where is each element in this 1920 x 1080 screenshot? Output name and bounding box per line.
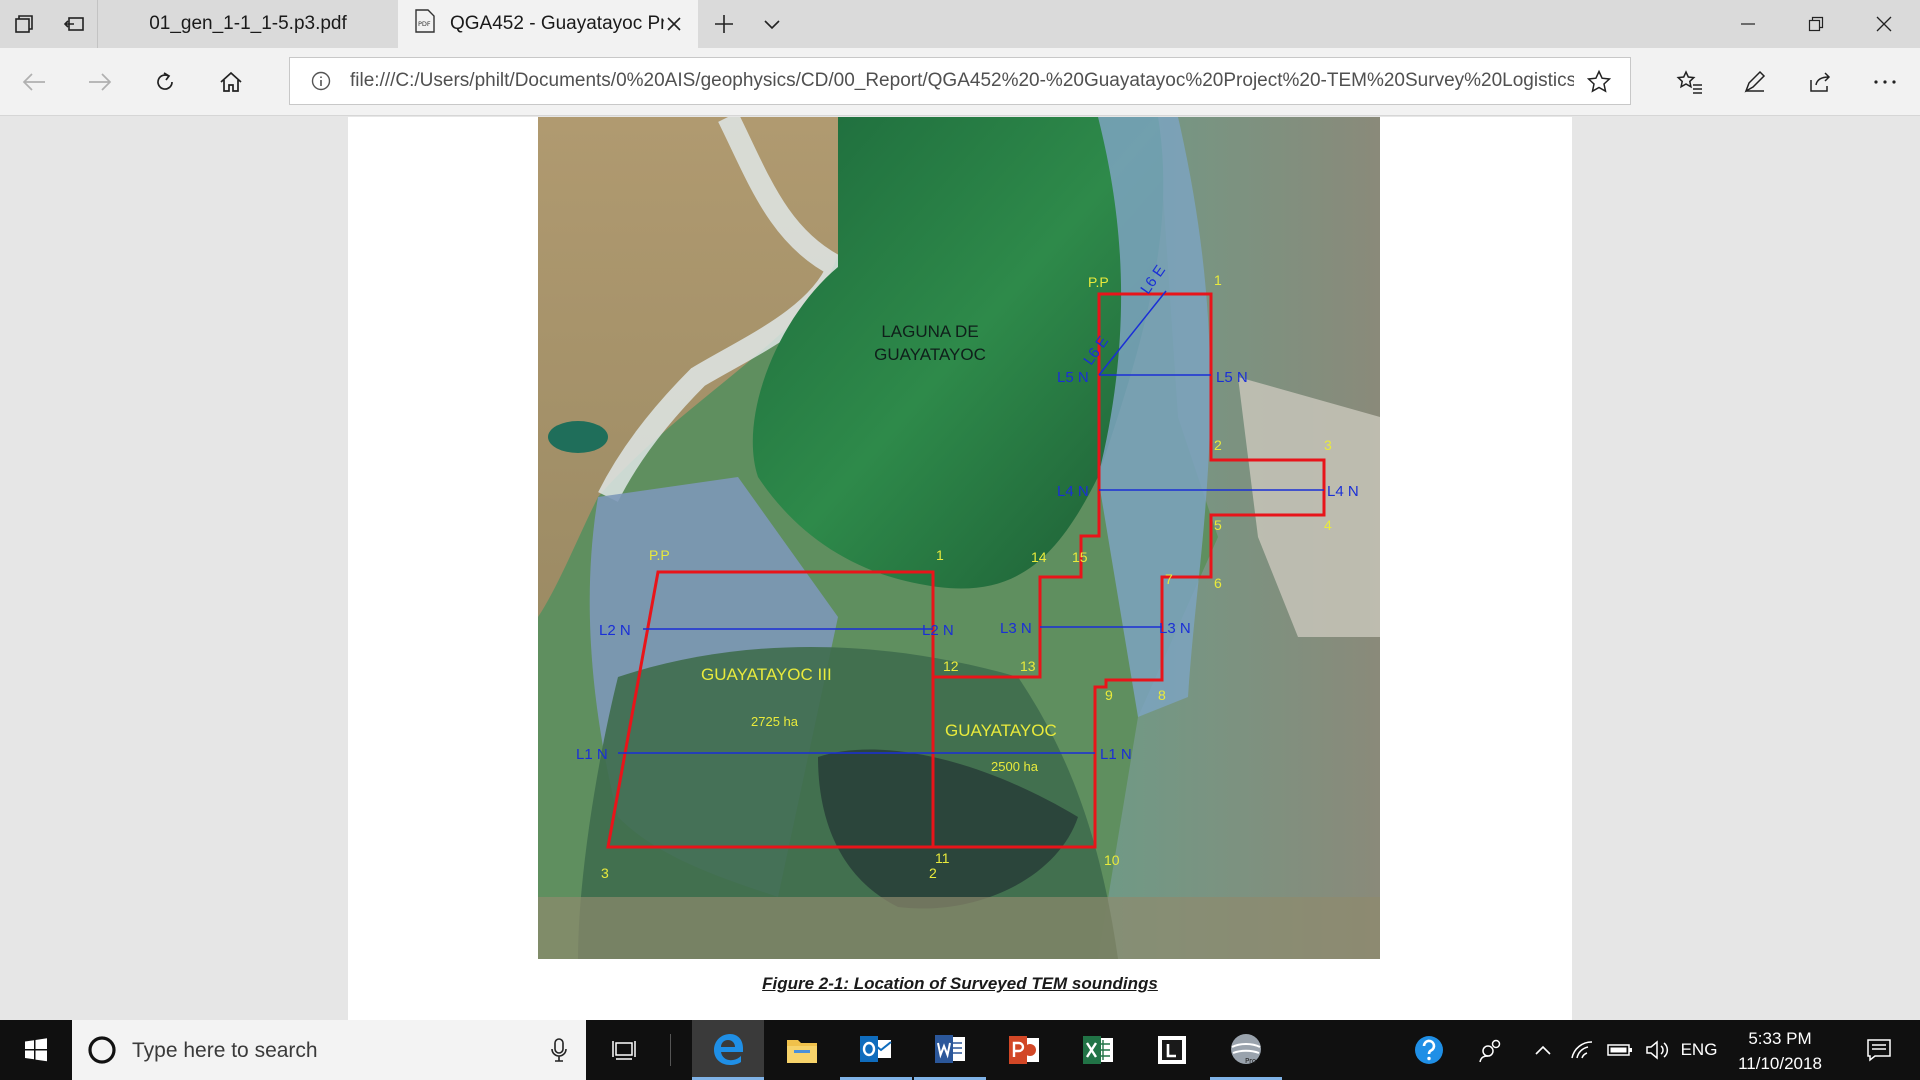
vertex-1-west: 1	[936, 547, 944, 563]
line-label-l1-east: L1 N	[1100, 746, 1132, 763]
search-placeholder: Type here to search	[132, 1039, 318, 1062]
address-bar[interactable]: file:///C:/Users/philt/Documents/0%20AIS…	[289, 57, 1631, 105]
vertex-8: 8	[1158, 687, 1166, 703]
favorites-hub-icon[interactable]	[1666, 58, 1714, 106]
close-window-icon[interactable]	[1850, 0, 1918, 48]
people-icon[interactable]	[1466, 1020, 1516, 1080]
tab-set-aside-icon[interactable]	[0, 0, 48, 48]
area-label-guayatayoc: GUAYATAYOC	[945, 721, 1057, 740]
vertex-9: 9	[1105, 687, 1113, 703]
vertex-6: 6	[1214, 575, 1222, 591]
taskbar-clock[interactable]: 5:33 PM 11/10/2018	[1720, 1026, 1840, 1076]
svg-text:PDF: PDF	[418, 20, 431, 28]
tab-label: QGA452 - Guayatayoc Project - TEM Survey…	[450, 13, 664, 34]
pdf-viewer[interactable]: LAGUNA DE GUAYATAYOC GUAYATAYOC III 2725…	[0, 117, 1920, 1020]
set-tabs-aside-icon[interactable]	[50, 0, 98, 48]
show-hidden-icons-chevron-up-icon[interactable]	[1526, 1020, 1560, 1080]
new-tab-icon[interactable]	[700, 0, 748, 48]
task-view-icon[interactable]	[596, 1020, 652, 1080]
area-size-guayatayoc-iii: 2725 ha	[751, 714, 799, 729]
favorite-star-icon[interactable]	[1586, 69, 1612, 100]
volume-icon[interactable]	[1640, 1020, 1674, 1080]
line-label-l3-east: L3 N	[1159, 620, 1191, 637]
area-size-guayatayoc: 2500 ha	[991, 759, 1039, 774]
file-explorer-icon[interactable]	[766, 1020, 838, 1080]
address-url[interactable]: file:///C:/Users/philt/Documents/0%20AIS…	[350, 70, 1574, 92]
wifi-icon[interactable]	[1564, 1020, 1600, 1080]
taskbar-search-box[interactable]: Type here to search	[72, 1020, 586, 1080]
powerpoint-icon[interactable]	[988, 1020, 1060, 1080]
figure-caption: Figure 2-1: Location of Surveyed TEM sou…	[762, 974, 1158, 993]
area-label-guayatayoc-iii: GUAYATAYOC III	[701, 665, 832, 684]
vertex-2-east: 2	[1214, 437, 1222, 453]
vertex-13: 13	[1020, 658, 1036, 674]
cortana-circle-icon	[86, 1034, 118, 1071]
language-indicator[interactable]: ENG	[1678, 1020, 1720, 1080]
excel-icon[interactable]	[1062, 1020, 1134, 1080]
navigation-bar: file:///C:/Users/philt/Documents/0%20AIS…	[0, 48, 1920, 116]
vertex-7: 7	[1165, 571, 1173, 587]
vertex-14: 14	[1031, 549, 1047, 565]
back-icon[interactable]	[10, 58, 58, 106]
outlook-icon[interactable]	[840, 1020, 912, 1080]
line-label-l4-east: L4 N	[1327, 483, 1359, 500]
pdf-icon: PDF	[414, 9, 436, 39]
pdf-page: LAGUNA DE GUAYATAYOC GUAYATAYOC III 2725…	[348, 117, 1572, 1020]
vertex-15: 15	[1072, 549, 1088, 565]
taskbar-divider	[670, 1034, 671, 1066]
tab-preview-chevron-down-icon[interactable]	[748, 0, 796, 48]
start-windows-icon[interactable]	[0, 1020, 72, 1080]
help-icon[interactable]	[1404, 1020, 1454, 1080]
tab-strip: 01_gen_1-1_1-5.p3.pdf PDF QGA452 - Guaya…	[0, 0, 1920, 48]
pro-app-globe-icon[interactable]: Pro	[1210, 1020, 1282, 1080]
info-icon[interactable]	[310, 70, 332, 97]
forward-icon[interactable]	[76, 58, 124, 106]
line-label-l3-west: L3 N	[1000, 620, 1032, 637]
lake-label-line-1: LAGUNA DE	[881, 322, 978, 341]
tab-label: 01_gen_1-1_1-5.p3.pdf	[149, 13, 347, 34]
taskbar: Type here to search Pro ENG 5:33 PM 11/1…	[0, 1020, 1920, 1080]
restore-icon[interactable]	[1782, 0, 1850, 48]
battery-icon[interactable]	[1602, 1020, 1638, 1080]
vertex-2-west: 2	[929, 865, 937, 881]
vertex-5: 5	[1214, 517, 1222, 533]
clock-date: 11/10/2018	[1738, 1054, 1822, 1073]
clock-time: 5:33 PM	[1748, 1029, 1812, 1048]
vertex-3-west: 3	[601, 865, 609, 881]
line-label-l2-west: L2 N	[599, 622, 631, 639]
south-edge	[538, 897, 1380, 959]
vertex-3-east: 3	[1324, 437, 1332, 453]
refresh-icon[interactable]	[141, 58, 189, 106]
minimize-icon[interactable]	[1714, 0, 1782, 48]
small-pond	[548, 421, 608, 453]
line-label-l2-east: L2 N	[922, 622, 954, 639]
edge-browser-icon[interactable]	[692, 1020, 764, 1080]
word-icon[interactable]	[914, 1020, 986, 1080]
label-pp-east: P.P	[1088, 274, 1109, 290]
vertex-10: 10	[1104, 852, 1120, 868]
microphone-icon[interactable]	[550, 1037, 568, 1068]
lake-label-line-2: GUAYATAYOC	[874, 345, 986, 364]
more-options-icon[interactable]	[1861, 58, 1909, 106]
line-label-l5-east: L5 N	[1216, 369, 1248, 386]
home-icon[interactable]	[207, 58, 255, 106]
line-label-l1-west: L1 N	[576, 746, 608, 763]
pen-notes-icon[interactable]	[1731, 58, 1779, 106]
satellite-map-figure: LAGUNA DE GUAYATAYOC GUAYATAYOC III 2725…	[538, 117, 1380, 959]
app-l-icon[interactable]	[1136, 1020, 1208, 1080]
action-center-icon[interactable]	[1852, 1020, 1906, 1080]
vertex-4-east: 4	[1324, 517, 1332, 533]
vertex-12: 12	[943, 658, 959, 674]
line-label-l4-west: L4 N	[1057, 483, 1089, 500]
line-label-l5-west: L5 N	[1057, 369, 1089, 386]
tab-pdf-active[interactable]: PDF QGA452 - Guayatayoc Project - TEM Su…	[398, 0, 698, 48]
vertex-1-east: 1	[1214, 272, 1222, 288]
share-icon[interactable]	[1796, 58, 1844, 106]
label-pp-west: P.P	[649, 547, 670, 563]
vertex-11: 11	[935, 850, 950, 866]
svg-text:Pro: Pro	[1245, 1057, 1256, 1065]
close-tab-icon[interactable]	[662, 12, 686, 36]
tab-pdf-1[interactable]: 01_gen_1-1_1-5.p3.pdf	[98, 0, 398, 48]
